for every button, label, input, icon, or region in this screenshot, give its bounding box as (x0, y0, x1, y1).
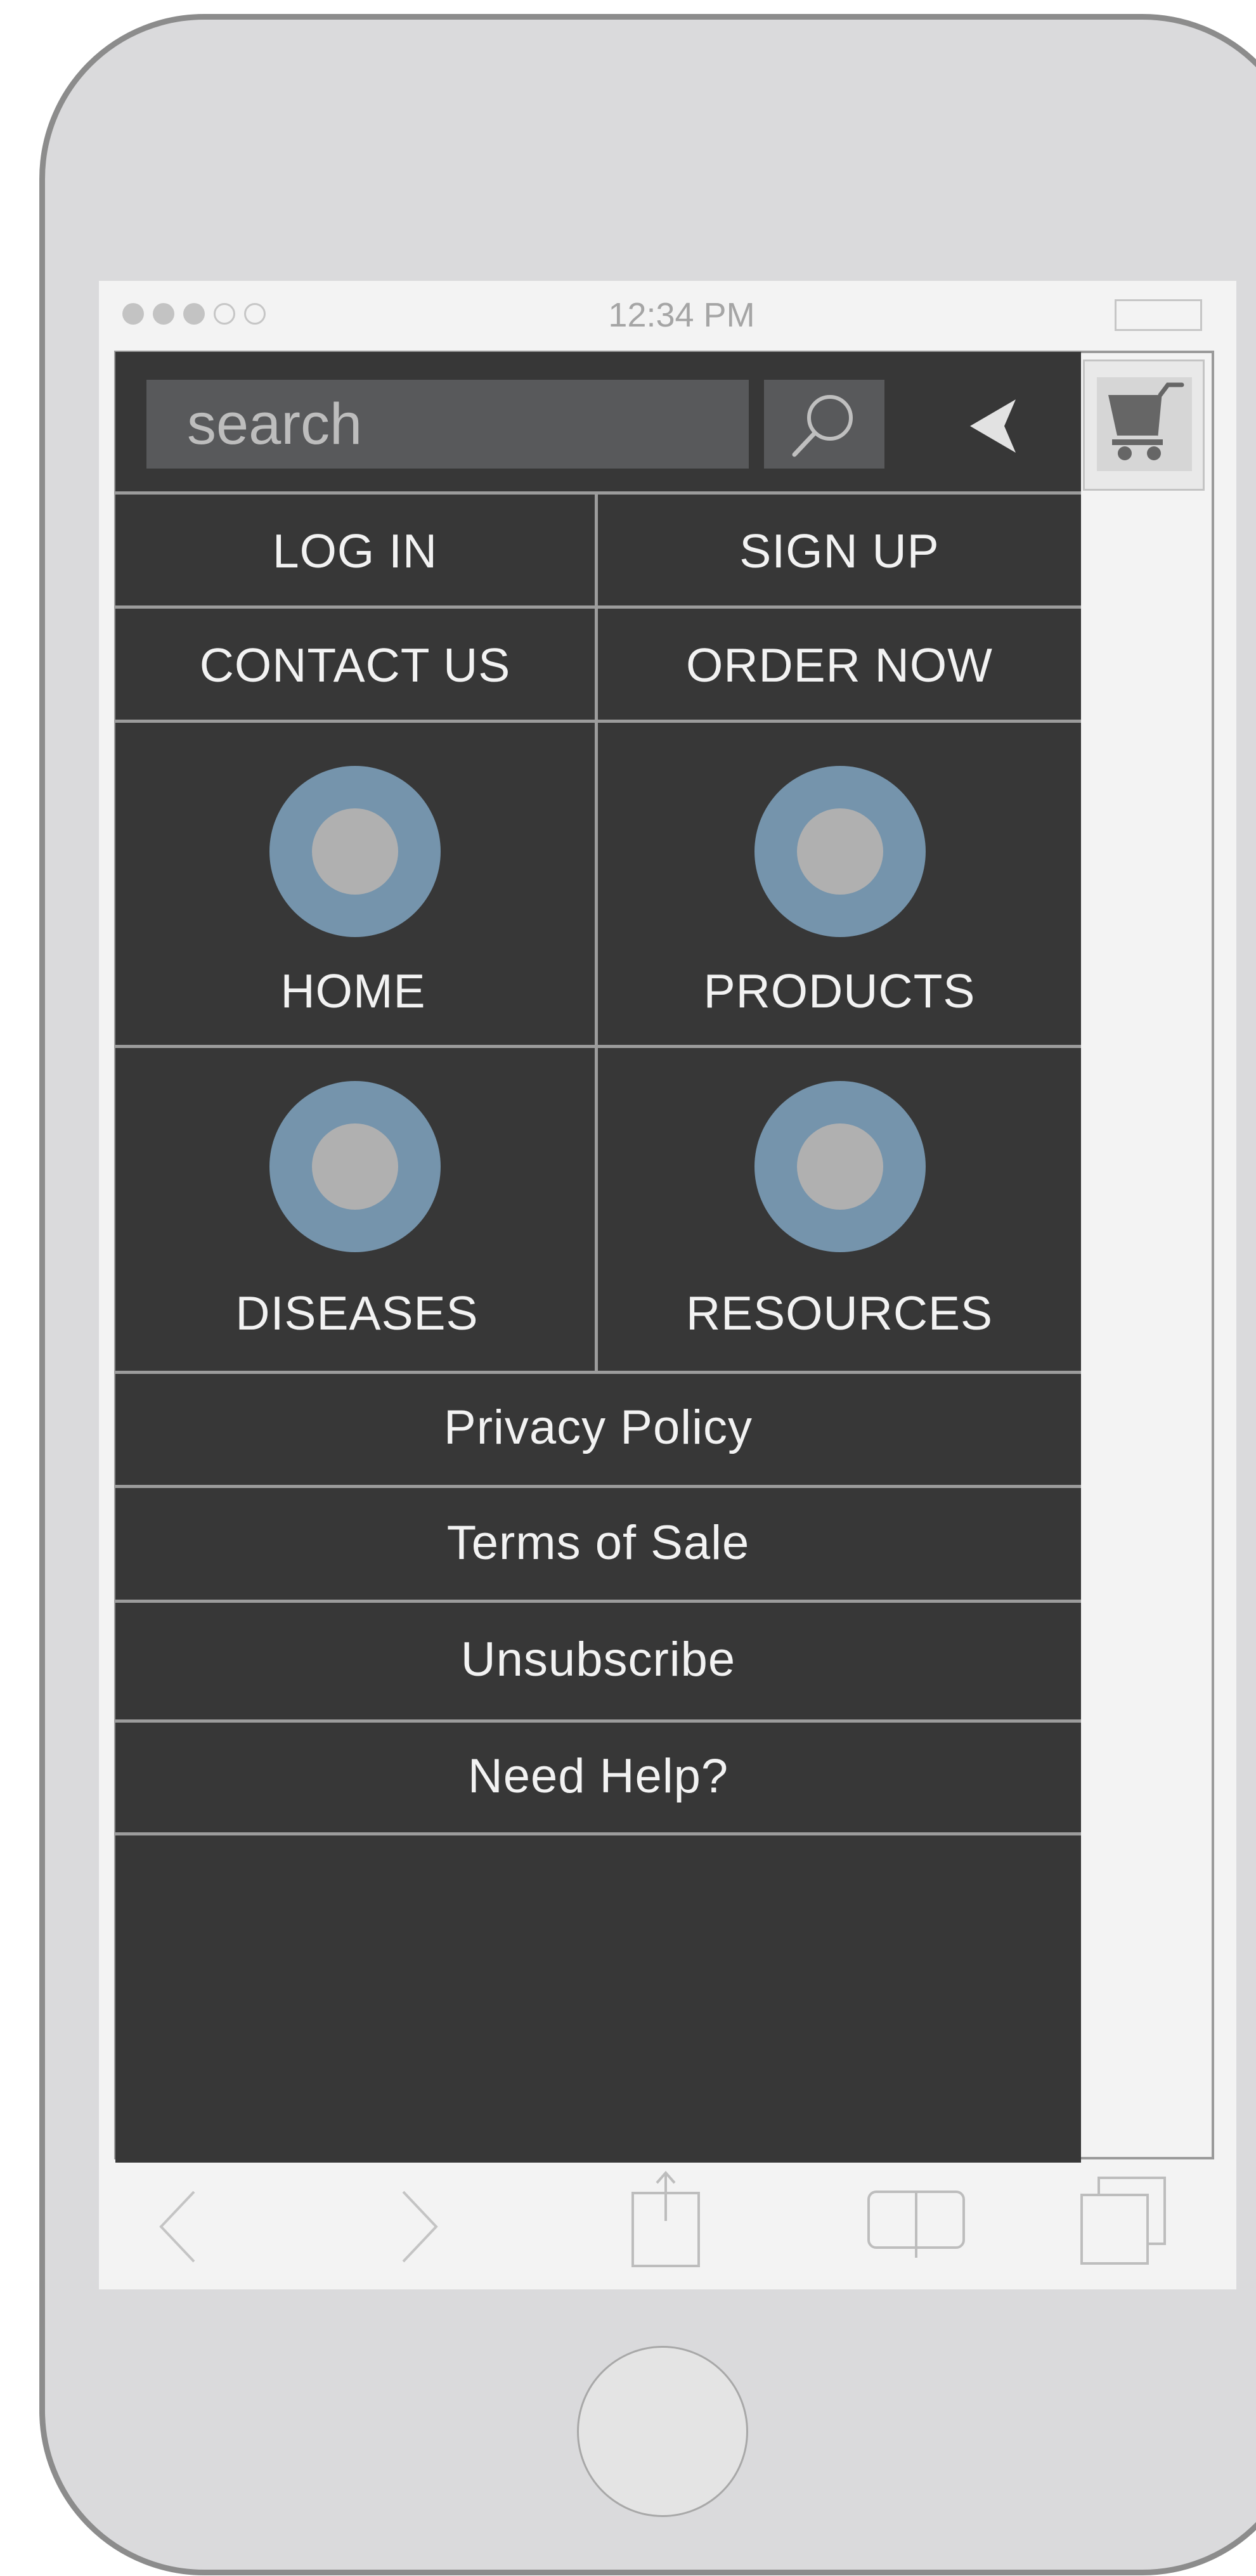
search-input[interactable] (146, 380, 749, 469)
order-now-button[interactable]: ORDER NOW (598, 609, 1081, 720)
privacy-policy-link[interactable]: Privacy Policy (115, 1374, 1081, 1485)
chevron-left-icon (970, 399, 1016, 453)
products-icon (754, 766, 926, 937)
back-arrow-icon[interactable] (156, 2185, 207, 2268)
shopping-cart-icon (1108, 382, 1184, 460)
home-button[interactable] (577, 2346, 748, 2517)
contact-us-label: CONTACT US (199, 638, 511, 692)
signal-dot-icon (214, 303, 235, 325)
unsubscribe-link[interactable]: Unsubscribe (115, 1603, 1081, 1719)
sign-up-label: SIGN UP (739, 524, 940, 578)
order-now-label: ORDER NOW (686, 638, 993, 692)
signal-dot-icon (183, 303, 205, 325)
signal-dot-icon (244, 303, 266, 325)
sign-up-button[interactable]: SIGN UP (598, 495, 1081, 605)
terms-of-sale-link[interactable]: Terms of Sale (115, 1488, 1081, 1600)
log-in-button[interactable]: LOG IN (115, 495, 595, 605)
tabs-icon[interactable] (1078, 2174, 1173, 2269)
resources-icon (754, 1081, 926, 1252)
nav-item-label: DISEASES (235, 1286, 479, 1340)
nav-item-products[interactable]: PRODUCTS (598, 723, 1081, 1045)
nav-item-home[interactable]: HOME (115, 723, 595, 1045)
signal-dot-icon (153, 303, 174, 325)
bookmarks-icon[interactable] (866, 2189, 968, 2260)
signal-dot-icon (122, 303, 144, 325)
share-icon[interactable] (629, 2169, 705, 2270)
nav-item-label: HOME (280, 964, 426, 1018)
contact-us-button[interactable]: CONTACT US (115, 609, 595, 720)
diseases-icon (269, 1081, 441, 1252)
need-help-link[interactable]: Need Help? (115, 1723, 1081, 1832)
search-button[interactable] (764, 380, 884, 469)
nav-item-label: RESOURCES (685, 1286, 994, 1340)
back-button[interactable] (957, 387, 1033, 463)
nav-item-label: PRODUCTS (703, 964, 976, 1018)
log-in-label: LOG IN (272, 524, 438, 578)
status-time: 12:34 PM (608, 296, 755, 334)
cart-icon-tile (1097, 377, 1192, 471)
forward-arrow-icon[interactable] (391, 2185, 441, 2268)
search-icon (792, 395, 853, 457)
divider (115, 1832, 1081, 1835)
home-icon (269, 766, 441, 937)
nav-item-diseases[interactable]: DISEASES (115, 1048, 595, 1371)
browser-toolbar (99, 2164, 1236, 2289)
nav-item-resources[interactable]: RESOURCES (598, 1048, 1081, 1371)
battery-icon (1115, 299, 1202, 331)
